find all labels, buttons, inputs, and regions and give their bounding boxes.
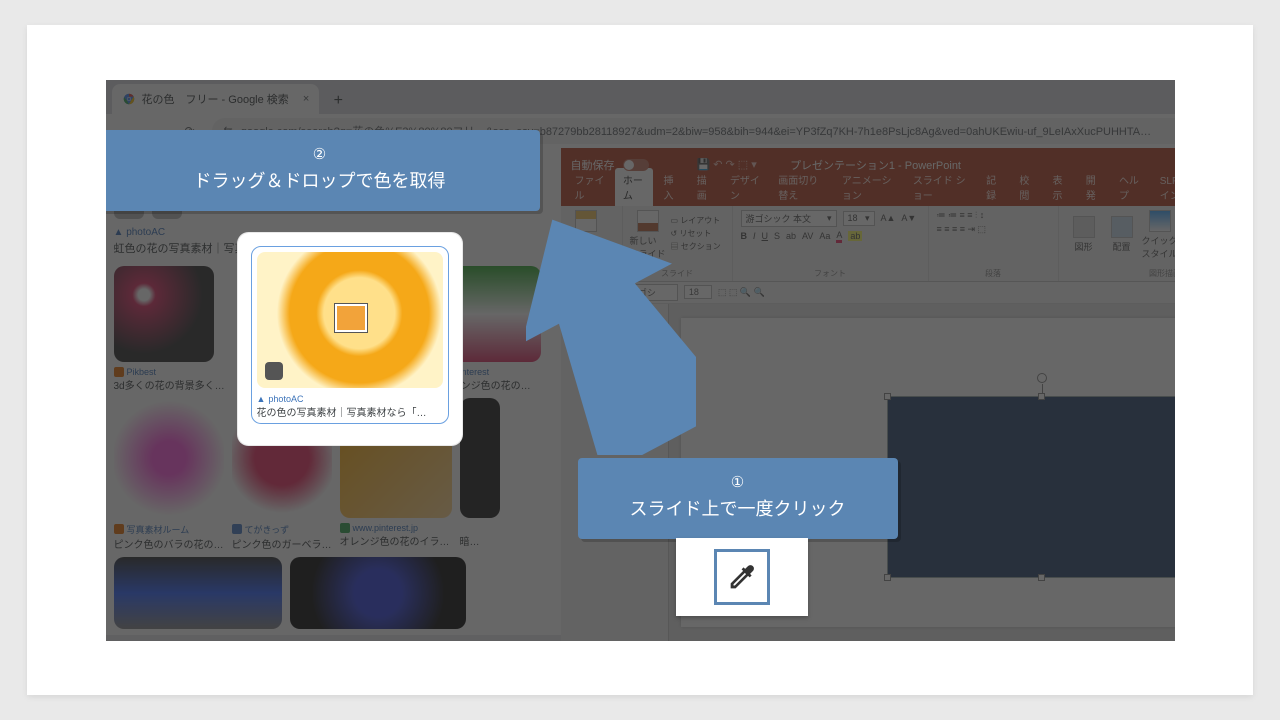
image-title: 花の色の写真素材｜写真素材なら「… [257, 404, 443, 419]
highlighted-image-card[interactable]: ▲ photoAC 花の色の写真素材｜写真素材なら「… [246, 241, 454, 437]
instruction-arrow-icon [526, 205, 696, 455]
callout-drag-drop: ② ドラッグ＆ドロップで色を取得 [106, 130, 540, 212]
callout-click-once: ① スライド上で一度クリック [578, 458, 898, 540]
callout-number: ② [122, 144, 518, 167]
flower-image[interactable] [257, 252, 443, 388]
callout-number: ① [600, 472, 876, 495]
callout-text: スライド上で一度クリック [600, 496, 876, 523]
image-source: ▲ photoAC [257, 394, 443, 404]
eyedropper-card [676, 538, 808, 616]
callout-text: ドラッグ＆ドロップで色を取得 [122, 168, 518, 195]
eyedropper-icon[interactable] [714, 549, 770, 605]
image-badge-icon [265, 362, 283, 380]
